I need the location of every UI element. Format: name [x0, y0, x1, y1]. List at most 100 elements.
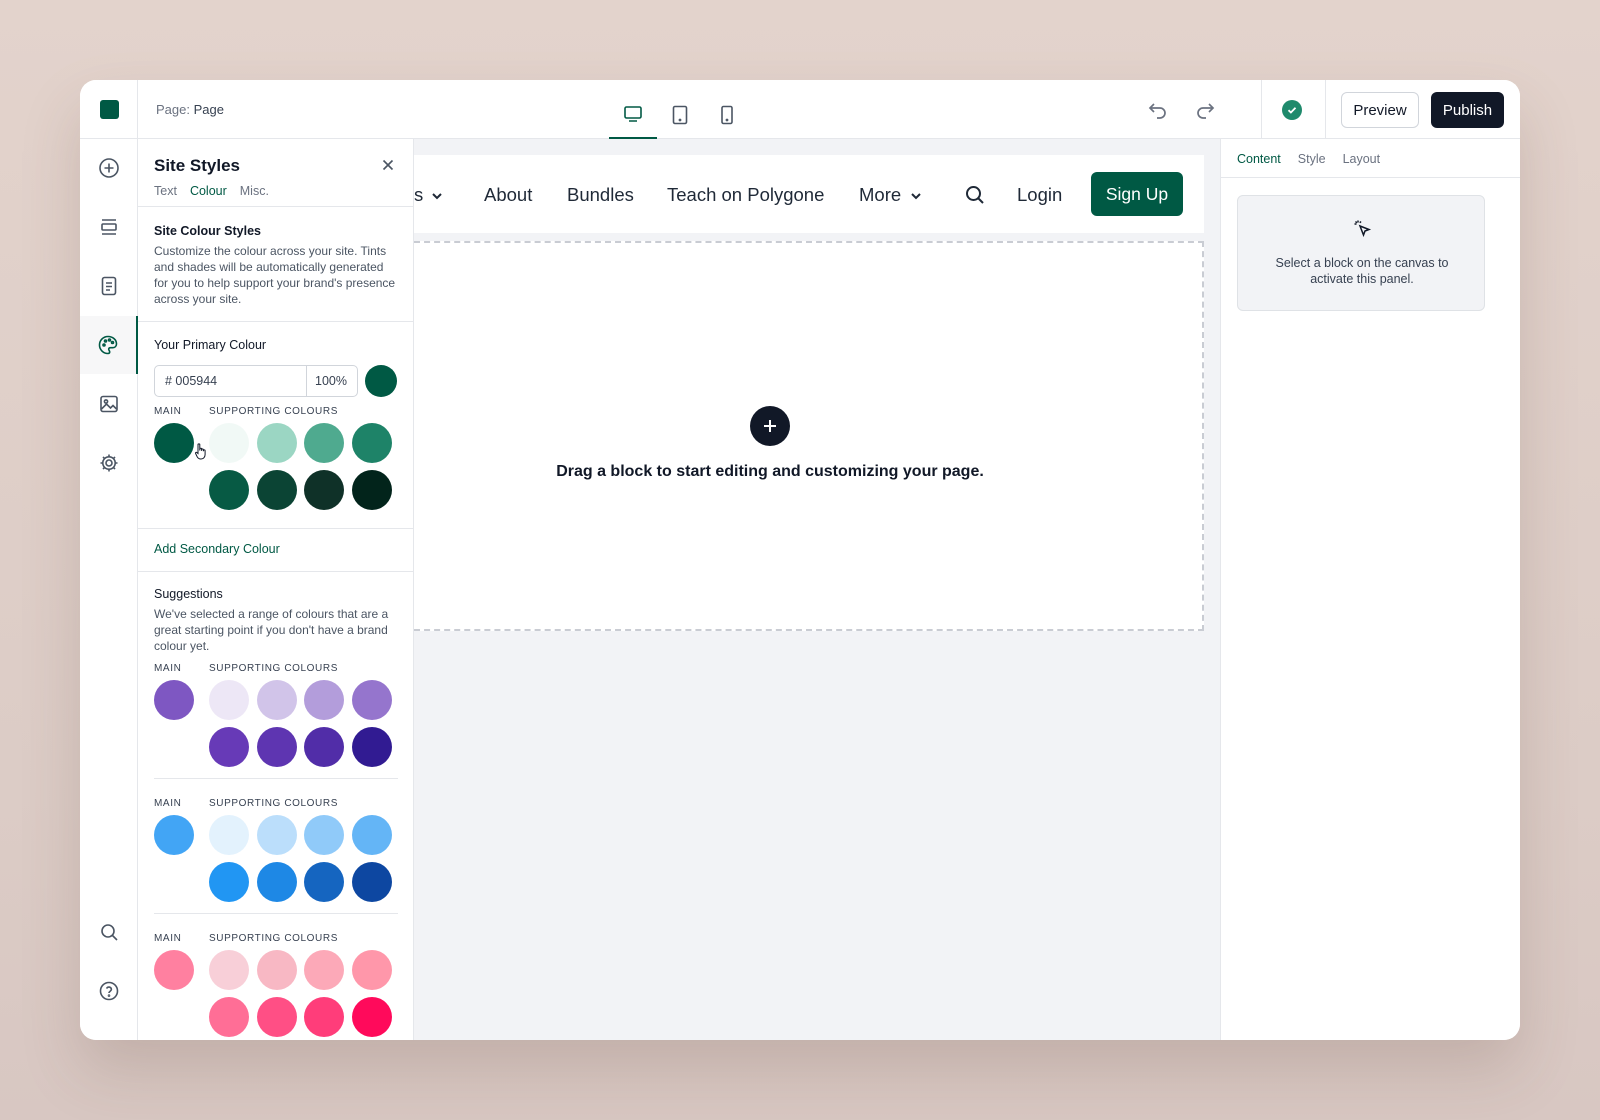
main-label: MAIN	[154, 663, 182, 674]
supporting-colour-swatch[interactable]	[256, 950, 297, 990]
tablet-view-button[interactable]	[656, 90, 704, 139]
add-secondary-colour-link[interactable]: Add Secondary Colour	[154, 542, 280, 556]
supporting-colour-swatch[interactable]	[256, 997, 297, 1037]
pages-rail-button[interactable]	[80, 257, 138, 315]
redo-button[interactable]	[1193, 98, 1217, 122]
nav-item-about[interactable]: About	[484, 184, 532, 206]
close-button[interactable]	[380, 157, 396, 173]
hand-cursor-icon	[193, 442, 209, 462]
supporting-colour-swatch[interactable]	[256, 680, 297, 720]
redo-icon	[1197, 103, 1215, 119]
brand-logo[interactable]	[100, 100, 119, 119]
mobile-view-button[interactable]	[703, 90, 751, 139]
supporting-colour-swatch[interactable]	[304, 423, 344, 463]
colour-section-title: Site Colour Styles	[154, 224, 261, 238]
supporting-colour-swatch[interactable]	[304, 727, 344, 767]
supporting-colour-swatch[interactable]	[351, 470, 392, 510]
supporting-colour-swatch[interactable]	[256, 862, 297, 902]
main-label: MAIN	[154, 406, 182, 417]
undo-button[interactable]	[1146, 98, 1170, 122]
top-bar: Page: Page Preview Publish	[80, 80, 1520, 139]
style-tabs: Text Colour Misc.	[154, 184, 269, 198]
tab-text[interactable]: Text	[154, 184, 177, 198]
supporting-colours-label: SUPPORTING COLOURS	[209, 406, 338, 417]
site-styles-panel: Site Styles Text Colour Misc. Site Colou…	[138, 139, 414, 1040]
supporting-colour-swatch[interactable]	[209, 423, 249, 463]
close-icon	[382, 159, 394, 171]
palette-icon	[98, 335, 118, 355]
sections-icon	[101, 219, 117, 235]
main-label: MAIN	[154, 798, 182, 809]
nav-item-truncated[interactable]: s	[414, 184, 423, 206]
nav-item-bundles[interactable]: Bundles	[567, 184, 634, 206]
supporting-colours-label: SUPPORTING COLOURS	[209, 933, 338, 944]
supporting-colour-swatch[interactable]	[351, 680, 392, 720]
signup-button[interactable]: Sign Up	[1091, 172, 1183, 216]
media-rail-button[interactable]	[80, 375, 138, 433]
supporting-colour-swatch[interactable]	[304, 815, 344, 855]
nav-login[interactable]: Login	[1017, 184, 1062, 206]
suggestions-description: We've selected a range of colours that a…	[154, 607, 389, 653]
supporting-colour-swatch[interactable]	[351, 727, 392, 767]
tab-content[interactable]: Content	[1237, 152, 1281, 166]
nav-item-teach[interactable]: Teach on Polygone	[667, 184, 824, 206]
supporting-colour-swatch[interactable]	[304, 470, 344, 510]
chevron-down-icon	[430, 189, 444, 203]
add-icon	[99, 158, 119, 178]
supporting-colour-swatch[interactable]	[351, 423, 392, 463]
search-rail-button[interactable]	[80, 903, 138, 961]
supporting-colour-swatch[interactable]	[256, 815, 297, 855]
supporting-colour-swatch[interactable]	[209, 727, 249, 767]
hex-value-field[interactable]: # 005944	[155, 366, 307, 396]
supporting-colour-swatch[interactable]	[256, 727, 297, 767]
preview-button[interactable]: Preview	[1341, 92, 1419, 128]
supporting-colour-swatch[interactable]	[256, 423, 297, 463]
primary-colour-picker[interactable]	[365, 365, 397, 397]
desktop-view-button[interactable]	[609, 90, 657, 139]
sections-rail-button[interactable]	[80, 198, 138, 256]
styles-rail-button[interactable]	[80, 316, 138, 374]
primary-colour-input[interactable]: # 005944 100%	[154, 365, 358, 397]
supporting-colour-swatch[interactable]	[209, 997, 249, 1037]
supporting-colour-swatch[interactable]	[351, 815, 392, 855]
block-drop-zone[interactable]: Drag a block to start editing and custom…	[414, 241, 1204, 631]
supporting-colour-swatch[interactable]	[351, 997, 392, 1037]
page-canvas[interactable]: s About Bundles Teach on Polygone More L…	[414, 139, 1220, 1040]
site-header-preview[interactable]: s About Bundles Teach on Polygone More L…	[414, 155, 1204, 233]
main-colour-swatch[interactable]	[154, 423, 194, 463]
supporting-colour-swatch[interactable]	[209, 862, 249, 902]
main-colour-swatch[interactable]	[154, 950, 194, 990]
search-icon[interactable]	[964, 184, 986, 206]
add-block-rail-button[interactable]	[80, 139, 138, 197]
supporting-colour-swatch[interactable]	[256, 470, 297, 510]
main-colour-swatch[interactable]	[154, 815, 194, 855]
add-block-button[interactable]	[750, 406, 790, 446]
tab-layout[interactable]: Layout	[1343, 152, 1381, 166]
publish-button[interactable]: Publish	[1431, 92, 1504, 128]
supporting-colour-swatch[interactable]	[304, 997, 344, 1037]
divider	[1261, 80, 1262, 139]
main-colour-swatch[interactable]	[154, 680, 194, 720]
supporting-colour-swatch[interactable]	[304, 862, 344, 902]
settings-rail-button[interactable]	[80, 434, 138, 492]
supporting-colour-swatch[interactable]	[304, 950, 344, 990]
opacity-field[interactable]: 100%	[307, 366, 357, 396]
supporting-colour-swatch[interactable]	[209, 815, 249, 855]
page-name: Page	[193, 102, 224, 117]
page-breadcrumb[interactable]: Page: Page	[156, 102, 224, 117]
divider	[1325, 80, 1326, 139]
pages-icon	[101, 276, 117, 296]
help-rail-button[interactable]	[80, 962, 138, 1020]
tab-misc[interactable]: Misc.	[240, 184, 269, 198]
supporting-colour-swatch[interactable]	[209, 950, 249, 990]
supporting-colour-swatch[interactable]	[209, 470, 249, 510]
supporting-colour-swatch[interactable]	[304, 680, 344, 720]
supporting-colour-swatch[interactable]	[351, 862, 392, 902]
supporting-colours-label: SUPPORTING COLOURS	[209, 663, 338, 674]
tab-colour[interactable]: Colour	[190, 184, 227, 198]
tab-style[interactable]: Style	[1298, 152, 1326, 166]
nav-item-more[interactable]: More	[859, 184, 901, 206]
supporting-colour-swatch[interactable]	[209, 680, 249, 720]
supporting-colour-swatch[interactable]	[351, 950, 392, 990]
check-icon	[1287, 107, 1297, 114]
